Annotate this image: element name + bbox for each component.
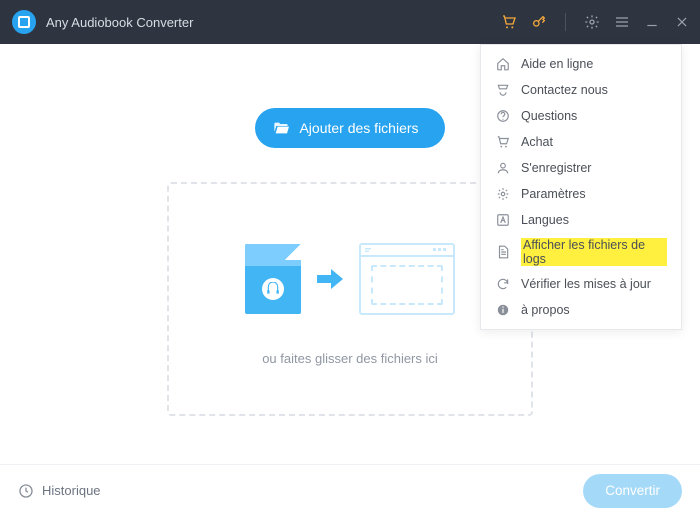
key-icon[interactable] xyxy=(531,14,547,30)
menu-label: Afficher les fichiers de logs xyxy=(521,238,667,266)
phone-icon xyxy=(495,82,511,98)
menu-label: Langues xyxy=(521,213,569,227)
history-label: Historique xyxy=(42,483,101,498)
menu-item-register[interactable]: S'enregistrer xyxy=(481,155,681,181)
footer: Historique Convertir xyxy=(0,464,700,516)
menu-item-about[interactable]: à propos xyxy=(481,297,681,323)
clock-icon xyxy=(18,483,34,499)
hamburger-icon[interactable] xyxy=(614,14,630,30)
menu-item-settings[interactable]: Paramètres xyxy=(481,181,681,207)
drop-zone-illustration xyxy=(245,243,455,315)
titlebar: Any Audiobook Converter xyxy=(0,0,700,44)
history-link[interactable]: Historique xyxy=(18,483,101,499)
drop-zone[interactable]: ou faites glisser des fichiers ici xyxy=(167,182,533,416)
info-icon xyxy=(495,302,511,318)
menu-label: à propos xyxy=(521,303,570,317)
audiobook-file-icon xyxy=(245,244,301,314)
menu-item-languages[interactable]: Langues xyxy=(481,207,681,233)
menu-item-logs[interactable]: Afficher les fichiers de logs xyxy=(481,233,681,271)
menu-label: Contactez nous xyxy=(521,83,608,97)
menu-item-updates[interactable]: Vérifier les mises à jour xyxy=(481,271,681,297)
menu-item-questions[interactable]: Questions xyxy=(481,103,681,129)
menu-label: Paramètres xyxy=(521,187,586,201)
drop-zone-hint: ou faites glisser des fichiers ici xyxy=(262,351,438,366)
file-icon xyxy=(495,244,511,260)
gear-small-icon xyxy=(495,186,511,202)
menu-item-help[interactable]: Aide en ligne xyxy=(481,51,681,77)
menu-label: Achat xyxy=(521,135,553,149)
hamburger-menu: Aide en ligne Contactez nous Questions A… xyxy=(480,44,682,330)
convert-button[interactable]: Convertir xyxy=(583,474,682,508)
refresh-icon xyxy=(495,276,511,292)
minimize-icon[interactable] xyxy=(644,14,660,30)
menu-item-purchase[interactable]: Achat xyxy=(481,129,681,155)
add-files-label: Ajouter des fichiers xyxy=(299,120,418,136)
menu-label: Aide en ligne xyxy=(521,57,593,71)
separator xyxy=(565,13,566,31)
gear-icon[interactable] xyxy=(584,14,600,30)
language-icon xyxy=(495,212,511,228)
app-title: Any Audiobook Converter xyxy=(46,15,193,30)
window-icon xyxy=(359,243,455,315)
menu-label: Questions xyxy=(521,109,577,123)
question-icon xyxy=(495,108,511,124)
folder-open-icon xyxy=(273,120,289,136)
add-files-button[interactable]: Ajouter des fichiers xyxy=(255,108,444,148)
menu-label: S'enregistrer xyxy=(521,161,591,175)
close-icon[interactable] xyxy=(674,14,690,30)
menu-label: Vérifier les mises à jour xyxy=(521,277,651,291)
arrow-right-icon xyxy=(317,267,343,291)
user-icon xyxy=(495,160,511,176)
menu-item-contact[interactable]: Contactez nous xyxy=(481,77,681,103)
home-icon xyxy=(495,56,511,72)
cart-icon[interactable] xyxy=(501,14,517,30)
cart-small-icon xyxy=(495,134,511,150)
app-logo-icon xyxy=(12,10,36,34)
